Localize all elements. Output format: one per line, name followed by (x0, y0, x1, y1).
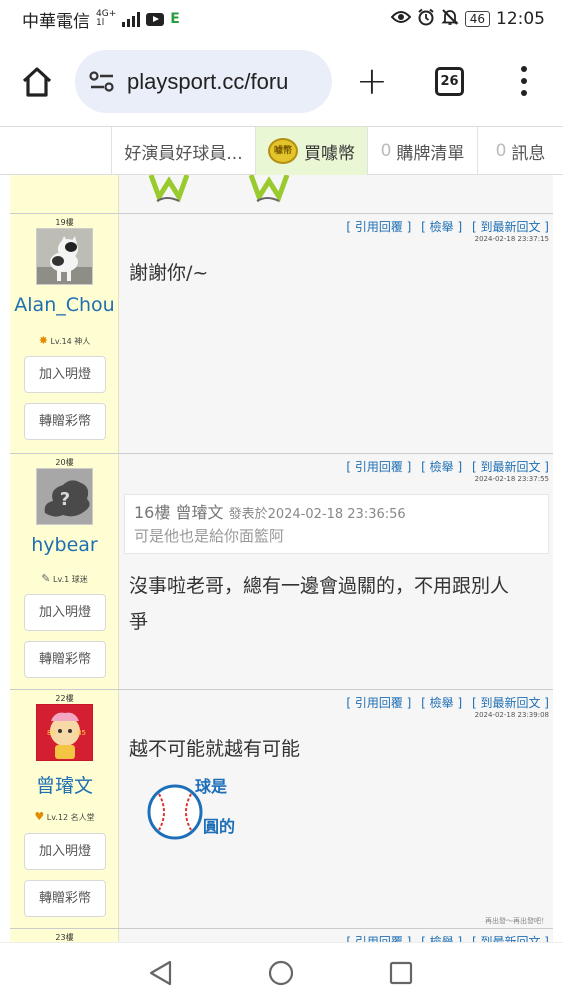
status-bar: 中華電信 4G+ 1l E 46 12:05 (0, 0, 563, 38)
username[interactable]: 曾璿文 (10, 771, 119, 798)
tabs-icon[interactable]: 26 (435, 67, 464, 96)
pen-icon: ✎ (41, 572, 51, 585)
avatar-text-2: 85 (77, 729, 86, 737)
new-tab-icon[interactable]: + (356, 62, 388, 100)
report-link[interactable]: [ 檢舉 ] (421, 696, 462, 710)
more-icon[interactable] (519, 66, 529, 96)
tab-good-actor[interactable]: 好演員好球員... (111, 127, 255, 175)
address-bar[interactable]: playsport.cc/foru (75, 50, 332, 113)
recents-icon[interactable] (388, 960, 414, 986)
network-type: 4G+ 1l (96, 9, 117, 28)
home-nav-icon[interactable] (267, 959, 295, 987)
floor-number: 19樓 (55, 218, 74, 227)
sticker-text-2: 圓的 (203, 817, 235, 836)
post-actions: [ 引用回覆 ] [ 檢舉 ] [ 到最新回文 ] (340, 218, 549, 235)
gift-coins-button[interactable]: 轉贈彩幣 (24, 880, 106, 917)
site-tab-bar: 好演員好球員... 噱幣 買噱幣 0 購牌清單 0 訊息 (0, 126, 563, 175)
url-text: playsport.cc/foru (127, 68, 289, 94)
bell-off-icon (441, 8, 459, 31)
post-author-panel: 22樓 80 85 曾璿文 ♥ Lv.12 名人堂 加入明燈 轉贈彩幣 (10, 690, 119, 928)
e-app-icon: E (170, 11, 180, 27)
floor-number: 22樓 (55, 694, 74, 703)
quote-text: 可是他也是給你面籃阿 (134, 527, 285, 545)
post-22: 22樓 80 85 曾璿文 ♥ Lv.12 名人堂 加入明燈 轉贈彩幣 [ 引用… (10, 690, 553, 929)
alarm-icon (417, 8, 435, 31)
post-author-panel: 20樓 ? hybear ✎ Lv.1 球迷 加入明燈 轉贈彩幣 (10, 454, 119, 689)
tab-messages[interactable]: 0 訊息 (477, 127, 563, 175)
home-icon[interactable] (19, 64, 55, 100)
purchase-count: 0 (380, 141, 392, 161)
username[interactable]: hybear (10, 534, 119, 556)
gift-coins-button[interactable]: 轉贈彩幣 (24, 641, 106, 678)
post-actions: [ 引用回覆 ] [ 檢舉 ] [ 到最新回文 ] (340, 933, 549, 942)
username[interactable]: Alan_Chou (10, 294, 119, 316)
post-time: 2024-02-18 23:39:08 (474, 711, 549, 719)
quote-posted-prefix: 發表於 (228, 507, 268, 522)
tab-buy-coins[interactable]: 噱幣 買噱幣 (255, 127, 367, 175)
post-23: 23樓 [ 引用回覆 ] [ 檢舉 ] [ 到最新回文 ] (10, 929, 553, 942)
sticker-image (148, 175, 290, 203)
add-light-button[interactable]: 加入明燈 (24, 594, 106, 631)
post-actions: [ 引用回覆 ] [ 檢舉 ] [ 到最新回文 ] (340, 458, 549, 475)
battery-icon: 46 (464, 11, 490, 27)
post-19: 19樓 Alan_Chou ✸ Lv.14 神人 加入明燈 轉贈彩幣 [引用回… (10, 214, 553, 454)
report-link[interactable]: [ 檢舉 ] (421, 460, 462, 474)
signal-icon (122, 11, 141, 27)
level-badge-icon: ✸ (38, 334, 48, 347)
user-level: ✸ Lv.14 神人 (38, 334, 91, 347)
latest-reply-link[interactable]: [ 到最新回文 ] (472, 460, 549, 474)
post-20: 20樓 ? hybear ✎ Lv.1 球迷 加入明燈 轉贈彩幣 [ 引用回覆 … (10, 454, 553, 690)
tab-purchase-list[interactable]: 0 購牌清單 (367, 127, 477, 175)
system-nav-bar (0, 942, 563, 1000)
quote-reply-link[interactable]: [ 引用回覆 ] (346, 696, 411, 710)
eye-icon (390, 9, 412, 29)
avatar[interactable]: ? (36, 468, 93, 525)
site-settings-icon[interactable] (89, 70, 115, 93)
carrier-name: 中華電信 (22, 11, 90, 32)
quote-reply-link[interactable]: [ 引用回覆 ] (346, 460, 411, 474)
baseball-sticker-image: 球是 圓的 (147, 777, 235, 840)
sticker-text-1: 球是 (195, 777, 227, 796)
gift-coins-button[interactable]: 轉贈彩幣 (24, 403, 106, 440)
quote-time: 2024-02-18 23:36:56 (267, 507, 406, 522)
back-icon[interactable] (146, 959, 174, 987)
post-actions: [ 引用回覆 ] [ 檢舉 ] [ 到最新回文 ] (340, 694, 549, 711)
level-badge-icon: ♥ (34, 810, 45, 823)
quoted-post: 16樓 曾璿文 發表於2024-02-18 23:36:56 可是他也是給你面籃… (124, 494, 549, 554)
post-previous-tail (10, 175, 553, 214)
floor-number: 23樓 (55, 933, 74, 942)
youtube-icon (146, 12, 165, 26)
quote-reply-link[interactable]: [ 引用回覆 ] (346, 220, 411, 234)
quote-floor: 16樓 (134, 503, 171, 522)
post-content: 越不可能就越有可能 (129, 738, 301, 760)
latest-reply-link[interactable]: [ 到最新回文 ] (472, 935, 549, 942)
latest-reply-link[interactable]: [ 到最新回文 ] (472, 696, 549, 710)
post-time: 2024-02-18 23:37:55 (474, 475, 549, 483)
post-content: 沒事啦老哥，總有一邊會過關的，不用跟別人 爭 (129, 575, 510, 633)
browser-toolbar: playsport.cc/foru + 26 (0, 38, 563, 126)
report-link[interactable]: [ 檢舉 ] (421, 220, 462, 234)
coin-icon: 噱幣 (268, 138, 298, 164)
post-author-panel: 23樓 (10, 929, 119, 942)
add-light-button[interactable]: 加入明燈 (24, 833, 106, 870)
message-count: 0 (495, 141, 507, 161)
forum-thread: 19樓 Alan_Chou ✸ Lv.14 神人 加入明燈 轉贈彩幣 [引用回… (10, 175, 553, 942)
quote-author: 曾璿文 (175, 503, 224, 522)
post-time: 2024-02-18 23:37:15 (474, 235, 549, 243)
user-level: ♥ Lv.12 名人堂 (34, 810, 95, 823)
avatar[interactable]: 80 85 (36, 704, 93, 761)
latest-reply-link[interactable]: [ 到最新回文 ] (472, 220, 549, 234)
post-author-panel: 19樓 Alan_Chou ✸ Lv.14 神人 加入明燈 轉贈彩幣 (10, 214, 119, 453)
report-link[interactable]: [ 檢舉 ] (421, 935, 462, 942)
svg-text:?: ? (60, 489, 70, 510)
add-light-button[interactable]: 加入明燈 (24, 356, 106, 393)
avatar-text-1: 80 (47, 729, 56, 737)
avatar[interactable] (36, 228, 93, 285)
signature-note: 再出發～再出發吧！ (485, 917, 548, 925)
quote-reply-link[interactable]: [ 引用回覆 ] (346, 935, 411, 942)
post-content: 謝謝你/~ (129, 262, 209, 284)
clock: 12:05 (496, 9, 545, 29)
floor-number: 20樓 (55, 458, 74, 467)
user-level: ✎ Lv.1 球迷 (41, 572, 88, 585)
